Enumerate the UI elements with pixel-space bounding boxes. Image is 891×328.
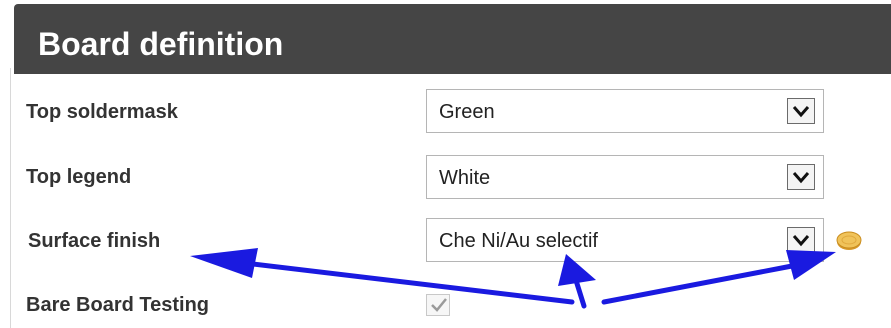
arrow-to-dropdown bbox=[558, 254, 596, 309]
arrow-to-coin bbox=[601, 250, 836, 305]
arrow-to-label bbox=[190, 248, 575, 305]
annotation-arrows bbox=[190, 248, 836, 309]
